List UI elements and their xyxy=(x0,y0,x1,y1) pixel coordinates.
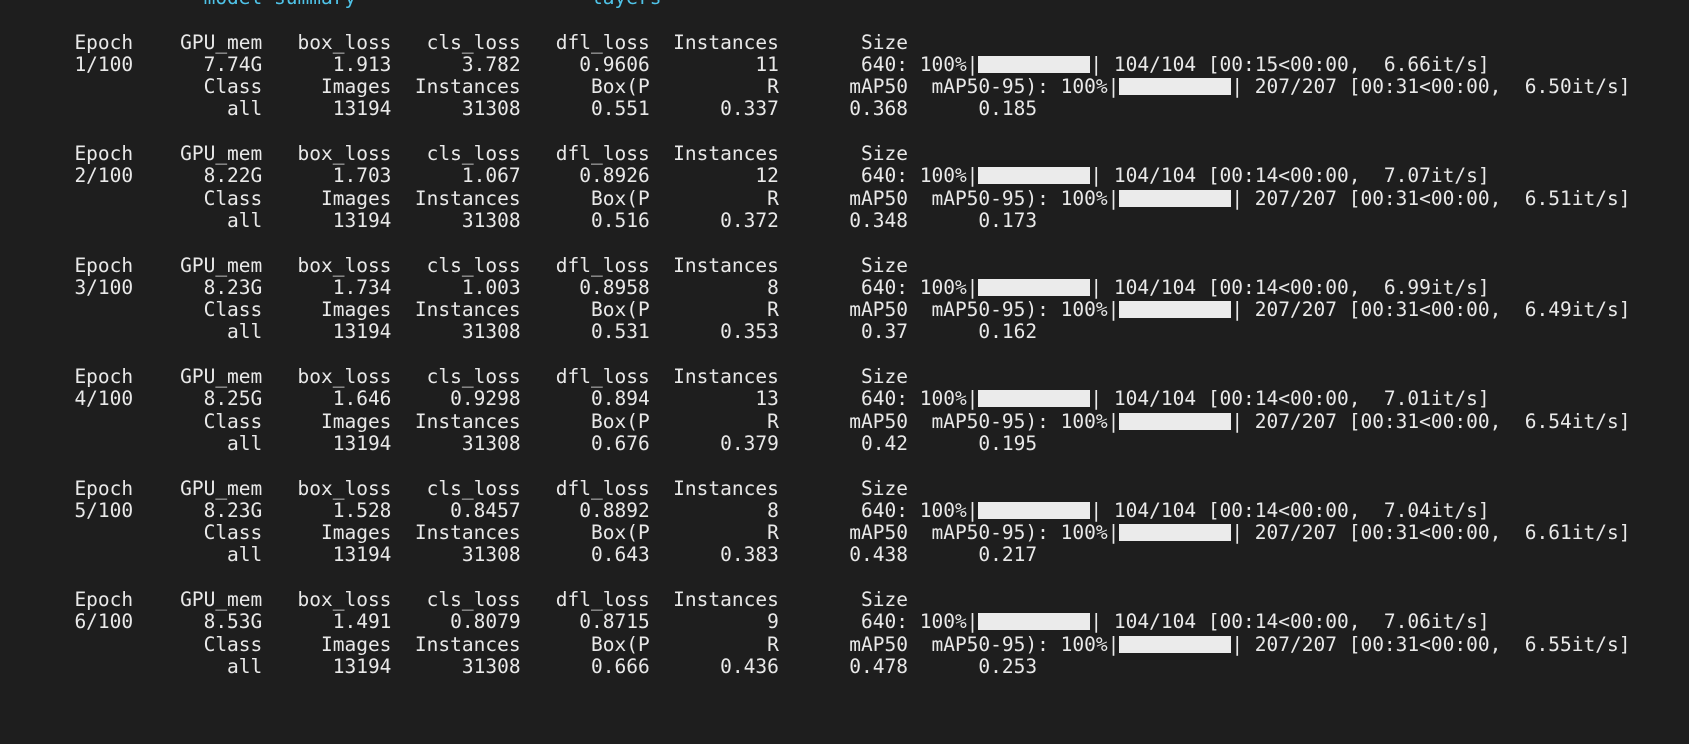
train-values-row: 4/100 8.25G 1.646 0.9298 0.894 13 640: 1… xyxy=(0,388,1689,410)
val-progress-bar xyxy=(1119,78,1232,96)
epoch-separator xyxy=(0,344,1689,366)
train-values-row: 3/100 8.23G 1.734 1.003 0.8958 8 640: 10… xyxy=(0,275,1689,299)
train-header-text: Epoch GPU_mem box_loss cls_loss dfl_loss… xyxy=(4,253,908,277)
train-header-text: Epoch GPU_mem box_loss cls_loss dfl_loss… xyxy=(4,476,908,500)
train-header-text: Epoch GPU_mem box_loss cls_loss dfl_loss… xyxy=(4,588,908,612)
val-percent-text: 100%| xyxy=(1060,75,1120,99)
train-header-text: Epoch GPU_mem box_loss cls_loss dfl_loss… xyxy=(4,142,908,166)
val-progress-text: | 207/207 [00:31<00:00, 6.54it/s] xyxy=(1231,409,1631,433)
val-values-row: all 13194 31308 0.516 0.372 0.348 0.173 xyxy=(0,208,1689,232)
train-header-row: Epoch GPU_mem box_loss cls_loss dfl_loss… xyxy=(0,142,1689,166)
val-progress-bar xyxy=(1119,301,1232,319)
terminal-lines: model summary layers Epoch GPU_mem box_l… xyxy=(0,0,1689,678)
val-header-text: Class Images Instances Box(P R mAP50 mAP… xyxy=(4,632,1061,656)
val-percent-text: 100%| xyxy=(1060,521,1120,545)
val-values-text: all 13194 31308 0.666 0.436 0.478 0.253 xyxy=(4,654,1038,678)
val-header-row: Class Images Instances Box(P R mAP50 mAP… xyxy=(0,76,1689,98)
train-progress-bar xyxy=(978,390,1091,408)
train-header-row: Epoch GPU_mem box_loss cls_loss dfl_loss… xyxy=(0,476,1689,500)
partial-previous-line: model summary layers xyxy=(0,0,1689,9)
train-values-text: 4/100 8.25G 1.646 0.9298 0.894 13 640: 1… xyxy=(4,387,979,411)
val-progress-bar xyxy=(1119,524,1232,542)
train-progress-text: | 104/104 [00:14<00:00, 7.04it/s] xyxy=(1090,498,1490,522)
val-header-text: Class Images Instances Box(P R mAP50 mAP… xyxy=(4,298,1061,322)
val-values-text: all 13194 31308 0.531 0.353 0.37 0.162 xyxy=(4,320,1038,344)
epoch-separator xyxy=(0,9,1689,31)
val-header-row: Class Images Instances Box(P R mAP50 mAP… xyxy=(0,409,1689,433)
val-header-row: Class Images Instances Box(P R mAP50 mAP… xyxy=(0,186,1689,210)
val-progress-text: | 207/207 [00:31<00:00, 6.50it/s] xyxy=(1231,75,1631,99)
val-percent-text: 100%| xyxy=(1060,409,1120,433)
epoch-separator xyxy=(0,121,1689,143)
train-header-row: Epoch GPU_mem box_loss cls_loss dfl_loss… xyxy=(0,30,1689,54)
train-header-text: Epoch GPU_mem box_loss cls_loss dfl_loss… xyxy=(4,365,908,389)
val-values-text: all 13194 31308 0.516 0.372 0.348 0.173 xyxy=(4,208,1038,232)
train-progress-bar xyxy=(978,167,1091,185)
val-values-row: all 13194 31308 0.666 0.436 0.478 0.253 xyxy=(0,654,1689,678)
val-progress-bar xyxy=(1119,412,1232,430)
train-values-row: 1/100 7.74G 1.913 3.782 0.9606 11 640: 1… xyxy=(0,52,1689,76)
val-progress-text: | 207/207 [00:31<00:00, 6.49it/s] xyxy=(1231,298,1631,322)
train-values-text: 1/100 7.74G 1.913 3.782 0.9606 11 640: 1… xyxy=(4,52,979,76)
train-progress-text: | 104/104 [00:14<00:00, 6.99it/s] xyxy=(1090,275,1490,299)
val-values-row: all 13194 31308 0.531 0.353 0.37 0.162 xyxy=(0,321,1689,343)
val-progress-text: | 207/207 [00:31<00:00, 6.55it/s] xyxy=(1231,632,1631,656)
val-header-row: Class Images Instances Box(P R mAP50 mAP… xyxy=(0,521,1689,545)
train-progress-bar xyxy=(978,278,1091,296)
train-values-row: 2/100 8.22G 1.703 1.067 0.8926 12 640: 1… xyxy=(0,165,1689,187)
val-values-row: all 13194 31308 0.643 0.383 0.438 0.217 xyxy=(0,544,1689,566)
terminal-window[interactable]: model summary layers Epoch GPU_mem box_l… xyxy=(0,0,1689,744)
val-percent-text: 100%| xyxy=(1060,298,1120,322)
train-header-row: Epoch GPU_mem box_loss cls_loss dfl_loss… xyxy=(0,253,1689,277)
train-progress-text: | 104/104 [00:14<00:00, 7.06it/s] xyxy=(1090,610,1490,634)
train-values-text: 2/100 8.22G 1.703 1.067 0.8926 12 640: 1… xyxy=(4,164,979,188)
train-progress-bar xyxy=(978,55,1091,73)
val-header-text: Class Images Instances Box(P R mAP50 mAP… xyxy=(4,521,1061,545)
train-progress-text: | 104/104 [00:14<00:00, 7.01it/s] xyxy=(1090,387,1490,411)
val-header-row: Class Images Instances Box(P R mAP50 mAP… xyxy=(0,632,1689,656)
train-values-text: 5/100 8.23G 1.528 0.8457 0.8892 8 640: 1… xyxy=(4,498,979,522)
val-values-text: all 13194 31308 0.643 0.383 0.438 0.217 xyxy=(4,543,1038,567)
train-values-text: 3/100 8.23G 1.734 1.003 0.8958 8 640: 10… xyxy=(4,275,979,299)
train-values-row: 6/100 8.53G 1.491 0.8079 0.8715 9 640: 1… xyxy=(0,611,1689,633)
val-header-text: Class Images Instances Box(P R mAP50 mAP… xyxy=(4,409,1061,433)
val-progress-bar xyxy=(1119,189,1232,207)
val-percent-text: 100%| xyxy=(1060,632,1120,656)
partial-previous-text: model summary layers xyxy=(4,0,662,9)
train-header-row: Epoch GPU_mem box_loss cls_loss dfl_loss… xyxy=(0,365,1689,389)
val-values-row: all 13194 31308 0.551 0.337 0.368 0.185 xyxy=(0,98,1689,120)
train-progress-text: | 104/104 [00:14<00:00, 7.07it/s] xyxy=(1090,164,1490,188)
val-progress-bar xyxy=(1119,635,1232,653)
train-progress-bar xyxy=(978,613,1091,631)
val-progress-text: | 207/207 [00:31<00:00, 6.61it/s] xyxy=(1231,521,1631,545)
train-progress-text: | 104/104 [00:15<00:00, 6.66it/s] xyxy=(1090,52,1490,76)
val-values-row: all 13194 31308 0.676 0.379 0.42 0.195 xyxy=(0,431,1689,455)
epoch-separator xyxy=(0,232,1689,254)
val-header-text: Class Images Instances Box(P R mAP50 mAP… xyxy=(4,186,1061,210)
train-progress-bar xyxy=(978,501,1091,519)
val-percent-text: 100%| xyxy=(1060,186,1120,210)
val-values-text: all 13194 31308 0.551 0.337 0.368 0.185 xyxy=(4,97,1038,121)
val-values-text: all 13194 31308 0.676 0.379 0.42 0.195 xyxy=(4,431,1038,455)
train-values-row: 5/100 8.23G 1.528 0.8457 0.8892 8 640: 1… xyxy=(0,498,1689,522)
val-progress-text: | 207/207 [00:31<00:00, 6.51it/s] xyxy=(1231,186,1631,210)
val-header-row: Class Images Instances Box(P R mAP50 mAP… xyxy=(0,299,1689,321)
train-values-text: 6/100 8.53G 1.491 0.8079 0.8715 9 640: 1… xyxy=(4,610,979,634)
epoch-separator xyxy=(0,455,1689,477)
train-header-text: Epoch GPU_mem box_loss cls_loss dfl_loss… xyxy=(4,30,908,54)
val-header-text: Class Images Instances Box(P R mAP50 mAP… xyxy=(4,75,1061,99)
epoch-separator xyxy=(0,567,1689,589)
train-header-row: Epoch GPU_mem box_loss cls_loss dfl_loss… xyxy=(0,588,1689,612)
terminal-scrollback: model summary layers Epoch GPU_mem box_l… xyxy=(0,0,1689,678)
